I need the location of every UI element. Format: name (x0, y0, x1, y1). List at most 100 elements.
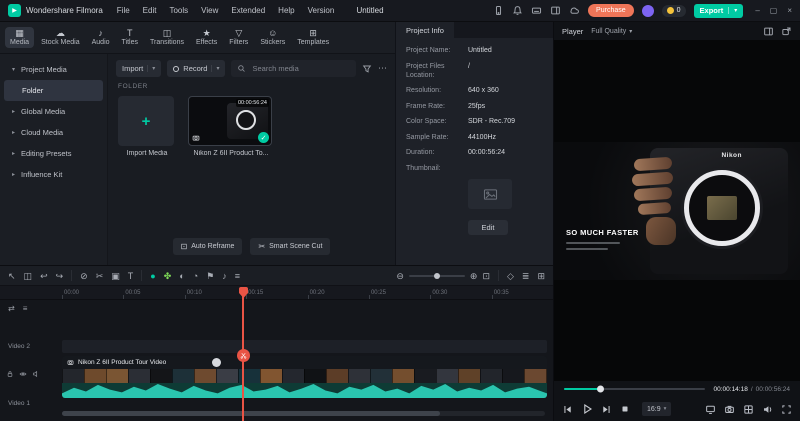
tab-transitions[interactable]: ◫Transitions (145, 27, 189, 48)
auto-reframe-button[interactable]: ⊡Auto Reframe (173, 238, 243, 255)
sidebar-item-folder[interactable]: Folder (4, 80, 103, 101)
detach-player-icon[interactable] (781, 26, 792, 37)
tab-filters[interactable]: ▽Filters (224, 27, 253, 48)
export-button[interactable]: Export▾ (694, 4, 744, 18)
import-button[interactable]: Import▾ (116, 60, 161, 77)
track-list-icon[interactable]: ≡ (23, 304, 28, 313)
play-button[interactable] (581, 403, 593, 415)
zoom-slider-handle[interactable] (434, 273, 440, 279)
media-content-area: Import▾ Record▾ ⋯ FOLDER + Import Media (108, 54, 395, 265)
edit-button[interactable]: Edit (468, 220, 508, 235)
layout-icon[interactable] (550, 5, 561, 16)
split-screen-icon[interactable] (743, 404, 754, 415)
seek-handle[interactable] (597, 386, 604, 393)
coin-balance[interactable]: 0 (662, 5, 686, 17)
menu-extended[interactable]: Extended (231, 6, 265, 15)
tab-audio[interactable]: ♪Audio (87, 27, 115, 48)
redo-icon[interactable]: ↪ (56, 271, 64, 281)
maximize-button[interactable]: ▢ (770, 6, 778, 15)
sidebar-item-cloud-media[interactable]: ▸Cloud Media (4, 122, 103, 143)
render-preview-icon[interactable]: ≣ (522, 271, 530, 281)
zoom-in-icon[interactable]: ⊕ (470, 271, 478, 281)
panel-layout-icon[interactable] (763, 26, 774, 37)
sidebar-item-project-media[interactable]: ▾Project Media (4, 59, 103, 80)
record-dropdown-caret[interactable]: ▾ (211, 65, 219, 72)
mute-icon[interactable] (32, 370, 40, 378)
tab-templates[interactable]: ⊞Templates (292, 27, 334, 48)
field-label: Project Files Location: (406, 62, 468, 80)
playhead-cut-button[interactable] (237, 349, 250, 362)
eye-icon[interactable] (19, 370, 27, 378)
mask-icon[interactable]: ◐ (179, 271, 184, 281)
marker-icon[interactable]: ⚑ (206, 271, 214, 281)
zoom-out-icon[interactable]: ⊖ (396, 271, 404, 281)
snapshot-icon[interactable] (724, 404, 735, 415)
magnetic-tool-icon[interactable]: ◫ (24, 271, 33, 281)
keyboard-shortcuts-icon[interactable] (531, 5, 542, 16)
split-icon[interactable]: ✂ (96, 271, 104, 281)
delete-icon[interactable]: ⊘ (80, 271, 88, 281)
tab-media[interactable]: ▦Media (5, 27, 34, 48)
menu-view[interactable]: View (201, 6, 218, 15)
timeline-ruler[interactable]: 00:00 00:05 00:10 00:15 00:20 00:25 00:3… (0, 286, 553, 300)
tab-stock-media[interactable]: ☁Stock Media (36, 27, 85, 48)
lock-icon[interactable] (6, 370, 14, 378)
timeline-clip[interactable]: Nikon Z 6II Product Tour Video (62, 356, 547, 398)
media-search[interactable] (231, 60, 356, 77)
notification-bell-icon[interactable] (512, 5, 523, 16)
sidebar-item-editing-presets[interactable]: ▸Editing Presets (4, 143, 103, 164)
preview-quality-icon[interactable] (705, 404, 716, 415)
fit-timeline-icon[interactable]: ⊡ (482, 271, 490, 281)
track-lane-video2[interactable] (62, 340, 547, 353)
volume-icon[interactable] (762, 404, 773, 415)
track-manager-icon[interactable]: ⊞ (537, 271, 545, 281)
import-dropdown-caret[interactable]: ▾ (147, 65, 155, 72)
ai-tool-icon[interactable]: ✤ (164, 271, 172, 281)
tab-effects[interactable]: ★Effects (191, 27, 222, 48)
crop-icon[interactable]: ▣ (111, 271, 120, 281)
record-button[interactable]: Record▾ (167, 60, 225, 77)
menu-file[interactable]: File (117, 6, 130, 15)
filter-icon[interactable] (362, 64, 372, 74)
previous-frame-button[interactable] (562, 404, 573, 415)
quality-dropdown[interactable]: Full Quality▾ (591, 28, 632, 35)
fullscreen-icon[interactable] (781, 404, 792, 415)
tab-project-info[interactable]: Project Info (396, 22, 454, 38)
next-frame-button[interactable] (601, 404, 612, 415)
undo-icon[interactable]: ↩ (40, 271, 48, 281)
menu-help[interactable]: Help (278, 6, 294, 15)
menu-edit[interactable]: Edit (143, 6, 157, 15)
voiceover-icon[interactable]: ♪ (222, 271, 227, 281)
media-clip-thumbnail[interactable]: 00:00:56:24 ✓ (188, 96, 272, 146)
purchase-button[interactable]: Purchase (588, 4, 634, 17)
aspect-ratio-dropdown[interactable]: 16:9▾ (642, 402, 671, 416)
tab-titles[interactable]: TTitles (117, 27, 143, 48)
scrollbar-handle[interactable] (62, 411, 440, 416)
menu-tools[interactable]: Tools (169, 6, 188, 15)
sidebar-item-influence-kit[interactable]: ▸Influence Kit (4, 164, 103, 185)
close-button[interactable]: × (787, 6, 792, 15)
minimize-button[interactable]: – (755, 6, 759, 15)
sidebar-item-global-media[interactable]: ▸Global Media (4, 101, 103, 122)
account-avatar[interactable] (642, 5, 654, 17)
chroma-key-icon[interactable]: ● (150, 271, 155, 281)
timeline-scrollbar[interactable] (62, 411, 545, 416)
speed-icon[interactable]: ◔ (193, 271, 198, 281)
search-input[interactable] (250, 63, 350, 74)
more-options-icon[interactable]: ⋯ (378, 63, 387, 74)
phone-mirror-icon[interactable] (493, 5, 504, 16)
link-clips-icon[interactable]: ⇄ (8, 304, 15, 313)
smart-scene-cut-button[interactable]: ✂Smart Scene Cut (250, 238, 330, 255)
stop-button[interactable] (620, 404, 630, 414)
clip-effect-badge[interactable] (212, 358, 221, 367)
zoom-slider[interactable] (409, 275, 465, 277)
import-media-tile[interactable]: + (118, 96, 174, 146)
audio-mixer-icon[interactable]: ≡ (235, 271, 240, 281)
keyframe-icon[interactable]: ◇ (507, 271, 514, 281)
seek-bar[interactable] (564, 388, 705, 391)
cloud-sync-icon[interactable] (569, 5, 580, 16)
text-tool-icon[interactable]: T (128, 271, 134, 281)
select-tool-icon[interactable]: ↖ (8, 271, 16, 281)
tab-stickers[interactable]: ☺Stickers (255, 27, 290, 48)
export-dropdown-caret[interactable]: ▾ (728, 7, 737, 14)
